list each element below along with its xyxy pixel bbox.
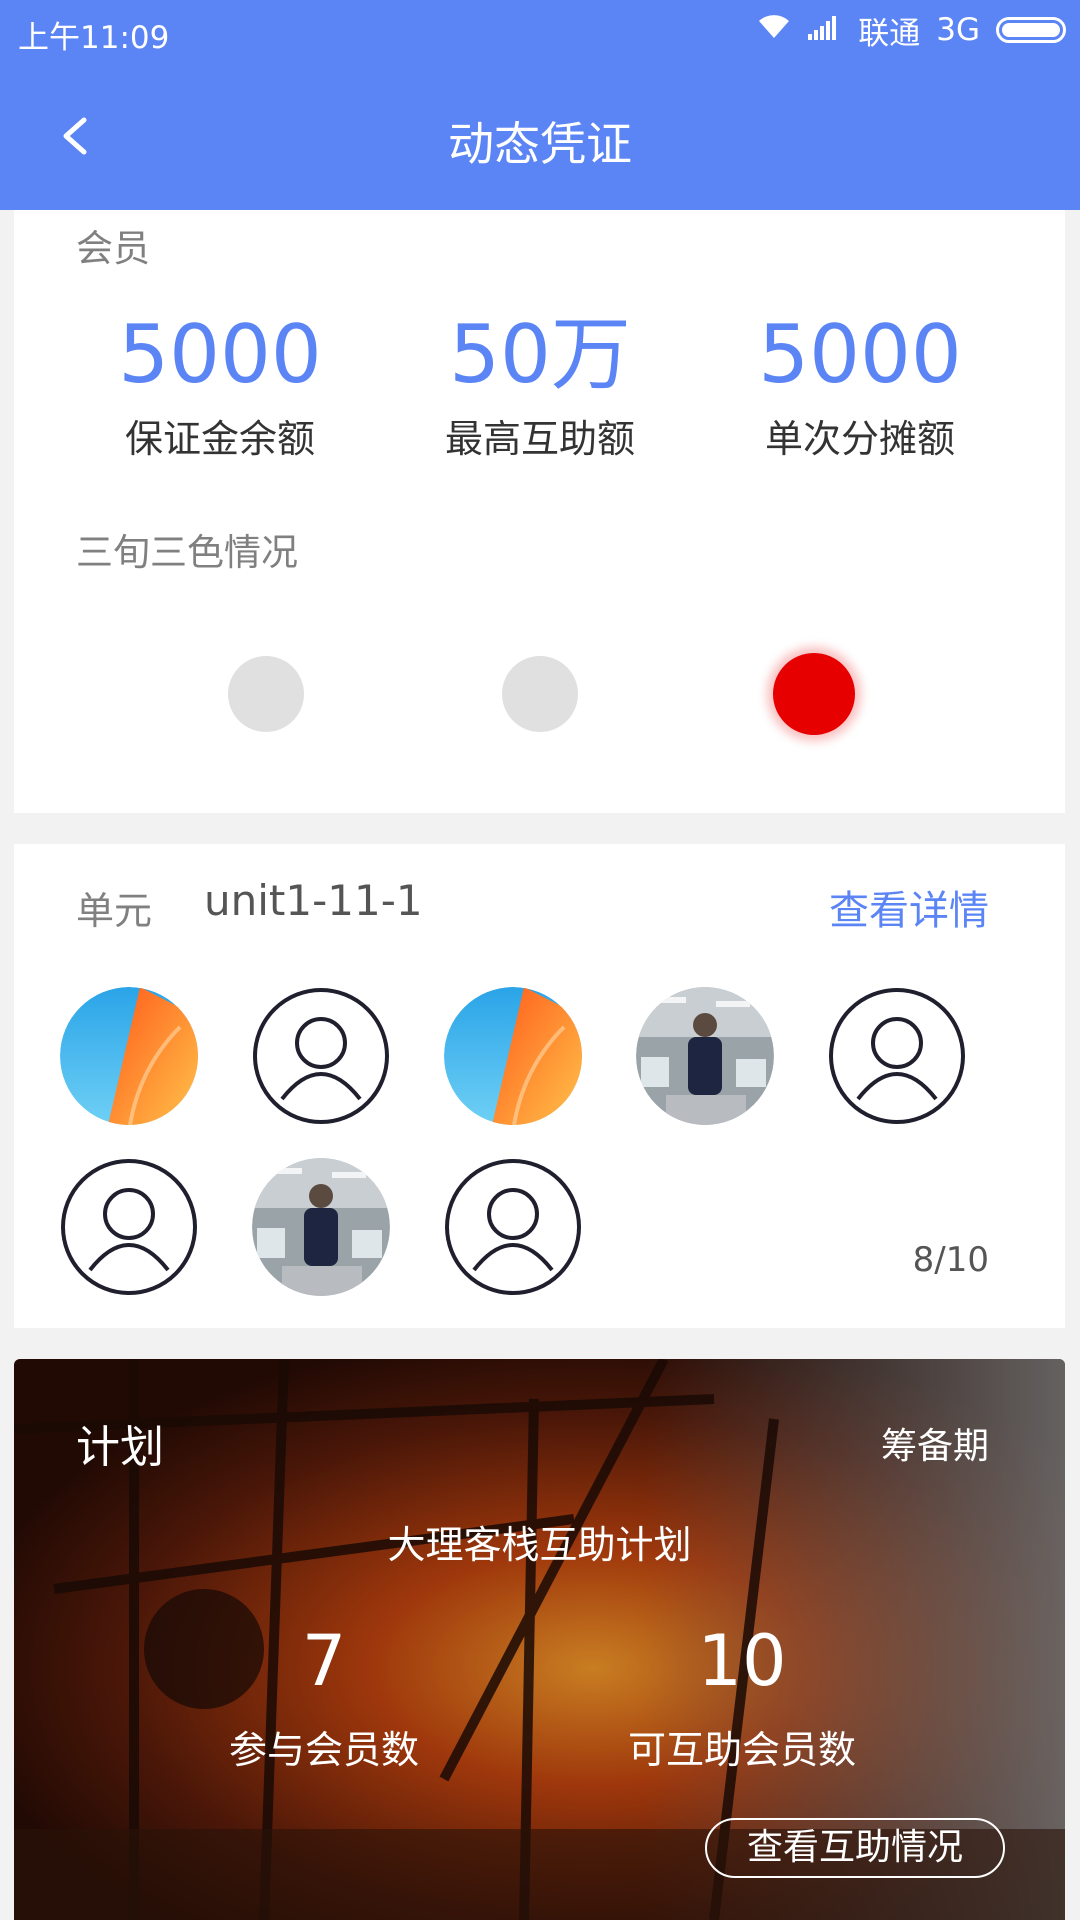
unit-card: 单元 unit1-11-1 查看详情 8/10 bbox=[14, 844, 1065, 1328]
member-card: 会员 5000 保证金余额 50万 最高互助额 5000 单次分摊额 三旬三色情… bbox=[14, 210, 1065, 813]
wifi-icon bbox=[756, 12, 792, 48]
unit-label: 单元 bbox=[76, 889, 153, 933]
participants-label: 参与会员数 bbox=[228, 1728, 419, 1772]
status-icons: 联通 3G bbox=[756, 10, 1066, 52]
unit-value: unit1-11-1 bbox=[204, 876, 423, 925]
stat-deposit-balance: 5000 保证金余额 bbox=[70, 310, 370, 463]
eligible-label: 可互助会员数 bbox=[627, 1728, 856, 1772]
avatar[interactable] bbox=[252, 987, 390, 1125]
app-logo-icon bbox=[60, 987, 198, 1125]
three-color-label: 三旬三色情况 bbox=[76, 531, 298, 574]
stat-value: 50万 bbox=[449, 308, 631, 401]
page-title: 动态凭证 bbox=[448, 117, 632, 171]
carrier-name: 联通 bbox=[858, 15, 921, 52]
stat-value: 5000 bbox=[118, 308, 322, 401]
participants-value: 7 bbox=[301, 1620, 347, 1702]
status-bar: 上午11:09 联通 3G bbox=[0, 0, 1080, 62]
status-dot-2 bbox=[502, 656, 578, 732]
stat-value: 5000 bbox=[758, 308, 962, 401]
avatar[interactable] bbox=[60, 1158, 198, 1296]
network-type: 3G bbox=[936, 12, 980, 48]
member-count: 8/10 bbox=[912, 1240, 989, 1280]
avatar[interactable] bbox=[444, 1158, 582, 1296]
title-bar: 动态凭证 bbox=[0, 62, 1080, 210]
stat-label: 保证金余额 bbox=[124, 417, 315, 461]
avatar[interactable] bbox=[636, 987, 774, 1125]
status-dot-3 bbox=[773, 653, 855, 735]
default-user-icon bbox=[829, 988, 965, 1124]
plan-status: 筹备期 bbox=[880, 1426, 989, 1467]
stat-max-mutual-aid: 50万 最高互助额 bbox=[390, 310, 690, 463]
avatar[interactable] bbox=[828, 987, 966, 1125]
member-section-label: 会员 bbox=[76, 227, 150, 270]
eligible-value: 10 bbox=[697, 1620, 787, 1702]
avatar[interactable] bbox=[444, 987, 582, 1125]
status-dot-1 bbox=[228, 656, 304, 732]
user-photo-icon bbox=[636, 987, 774, 1125]
eligible-stat: 10 可互助会员数 bbox=[582, 1621, 902, 1774]
avatar[interactable] bbox=[252, 1158, 390, 1296]
default-user-icon bbox=[445, 1159, 581, 1295]
participants-stat: 7 参与会员数 bbox=[164, 1621, 484, 1774]
plan-name: 大理客栈互助计划 bbox=[387, 1523, 692, 1567]
plan-label: 计划 bbox=[76, 1422, 164, 1473]
view-details-link[interactable]: 查看详情 bbox=[829, 878, 989, 936]
default-user-icon bbox=[61, 1159, 197, 1295]
view-mutual-aid-button[interactable]: 查看互助情况 bbox=[705, 1818, 1005, 1878]
status-time: 上午11:09 bbox=[18, 20, 170, 56]
stat-label: 最高互助额 bbox=[444, 417, 635, 461]
stat-label: 单次分摊额 bbox=[764, 417, 955, 461]
stat-single-share: 5000 单次分摊额 bbox=[710, 310, 1010, 463]
user-photo-icon bbox=[252, 1158, 390, 1296]
battery-icon bbox=[996, 17, 1066, 43]
app-logo-icon bbox=[444, 987, 582, 1125]
avatar[interactable] bbox=[60, 987, 198, 1125]
plan-card: 计划 筹备期 大理客栈互助计划 7 参与会员数 10 可互助会员数 查看互助情况 bbox=[14, 1359, 1065, 1920]
default-user-icon bbox=[253, 988, 389, 1124]
signal-icon bbox=[808, 12, 842, 48]
